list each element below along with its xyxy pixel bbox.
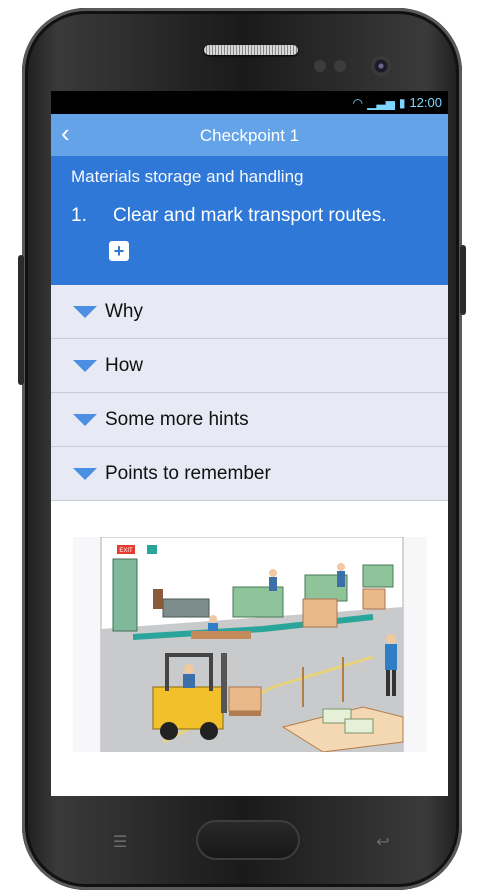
add-button[interactable]: + xyxy=(109,241,129,261)
accordion-label: Points to remember xyxy=(105,462,271,484)
app-bar: ‹ Checkpoint 1 xyxy=(51,114,448,156)
back-key[interactable]: ↩ xyxy=(366,835,400,851)
light-sensor xyxy=(334,60,346,72)
triangle-down-icon xyxy=(73,413,97,426)
screen: ◠ ▁▃▅ ▮ 12:00 ‹ Checkpoint 1 Materials s… xyxy=(51,91,448,796)
accordion-label: How xyxy=(105,354,144,376)
accordion-label: Some more hints xyxy=(105,408,249,430)
accordion-how[interactable]: How xyxy=(51,339,448,393)
proximity-sensor xyxy=(314,60,326,72)
home-key[interactable] xyxy=(196,820,300,860)
front-camera xyxy=(371,56,391,76)
page-title: Checkpoint 1 xyxy=(199,126,300,145)
checkpoint-header: Materials storage and handling 1. Clear … xyxy=(51,156,448,285)
volume-key[interactable] xyxy=(18,255,24,385)
category-label: Materials storage and handling xyxy=(71,167,304,186)
item-number: 1. xyxy=(71,205,87,226)
triangle-down-icon xyxy=(73,467,97,480)
triangle-down-icon xyxy=(73,305,97,318)
warehouse-illustration-svg: EXIT xyxy=(100,536,404,753)
accordion-more-hints[interactable]: Some more hints xyxy=(51,393,448,447)
triangle-down-icon xyxy=(73,359,97,372)
warehouse-illustration: EXIT xyxy=(73,536,427,753)
checkpoint-item: 1. Clear and mark transport routes. xyxy=(71,205,428,227)
plus-icon: + xyxy=(113,241,125,261)
battery-icon: ▮ xyxy=(398,95,406,110)
status-time: 12:00 xyxy=(409,95,442,110)
signal-icon: ▁▃▅ xyxy=(367,95,395,110)
earpiece-speaker xyxy=(204,45,298,55)
exit-sign: EXIT xyxy=(119,548,133,554)
item-text: Clear and mark transport routes. xyxy=(113,205,387,226)
accordion-points-to-remember[interactable]: Points to remember xyxy=(51,447,448,501)
status-bar: ◠ ▁▃▅ ▮ 12:00 xyxy=(51,91,448,114)
accordion-label: Why xyxy=(105,300,143,322)
wifi-icon: ◠ xyxy=(352,95,364,110)
power-key[interactable] xyxy=(460,245,466,315)
menu-key[interactable]: ☰ xyxy=(103,835,137,851)
accordion-why[interactable]: Why xyxy=(51,285,448,339)
